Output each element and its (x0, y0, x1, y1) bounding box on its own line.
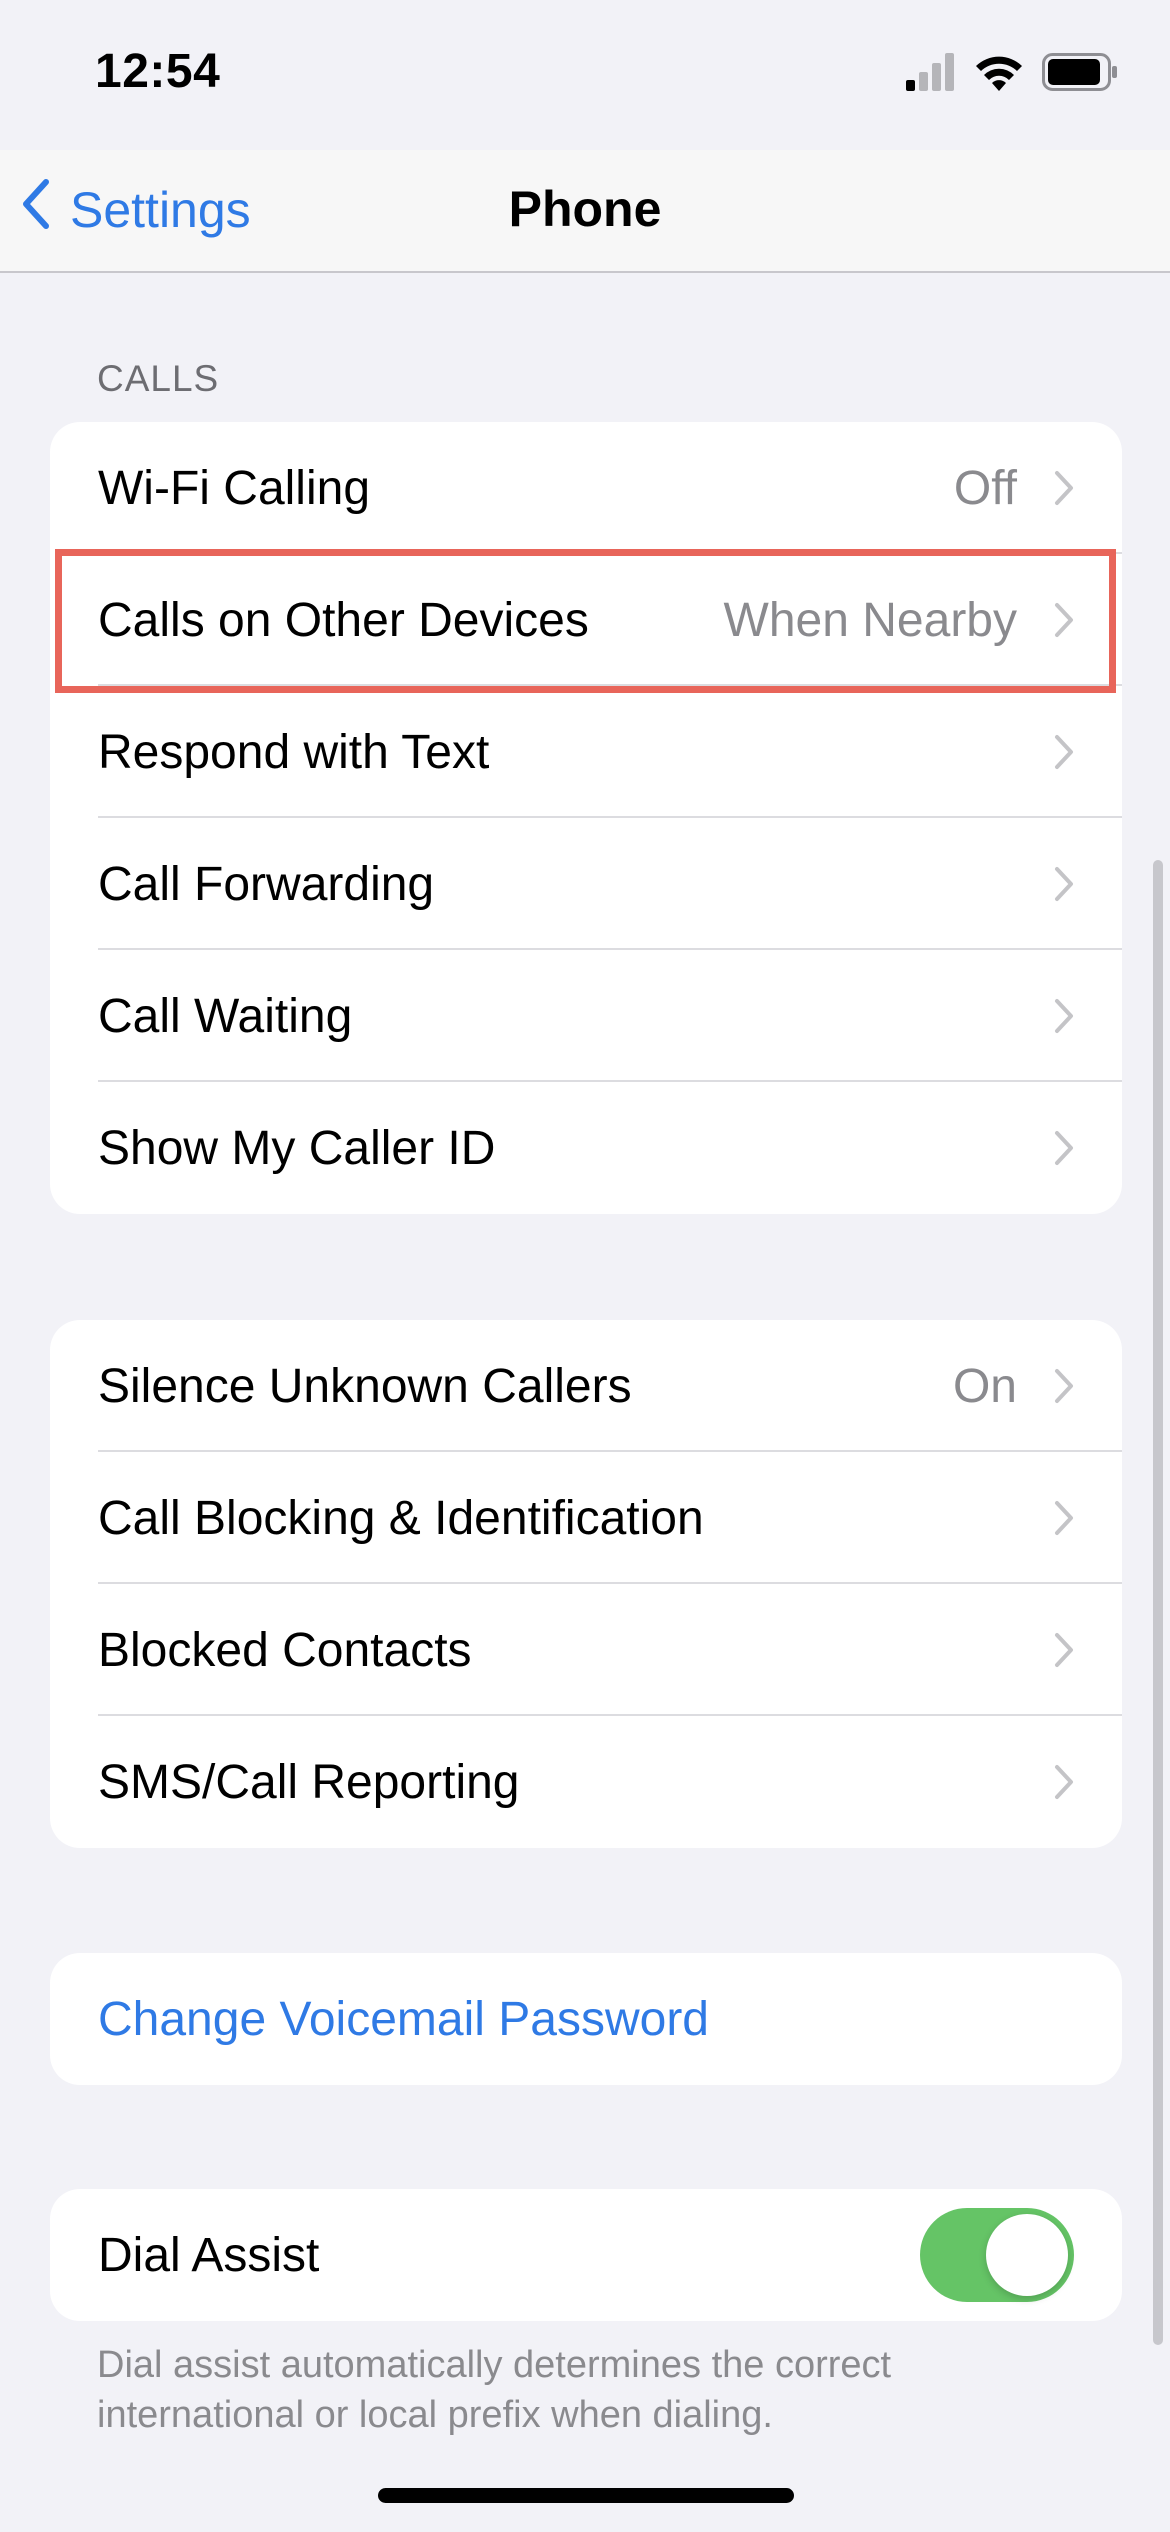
home-indicator[interactable] (378, 2488, 794, 2503)
row-show-my-caller-id[interactable]: Show My Caller ID (50, 1082, 1122, 1214)
page-title: Phone (508, 181, 662, 237)
row-call-forwarding[interactable]: Call Forwarding (50, 818, 1122, 950)
status-icons (906, 52, 1118, 96)
row-wifi-calling[interactable]: Wi-Fi Calling Off (50, 422, 1122, 554)
status-bar: 12:54 (0, 0, 1170, 150)
row-label: Call Waiting (98, 989, 353, 1043)
chevron-right-icon (1055, 471, 1073, 505)
cellular-signal-icon (906, 52, 956, 96)
row-blocked-contacts[interactable]: Blocked Contacts (50, 1584, 1122, 1716)
row-label: Call Forwarding (98, 857, 435, 911)
navigation-bar: Settings Phone (0, 150, 1170, 273)
row-label: Calls on Other Devices (98, 593, 589, 647)
row-respond-with-text[interactable]: Respond with Text (50, 686, 1122, 818)
row-label: Show My Caller ID (98, 1121, 496, 1175)
calls-group: Wi-Fi Calling Off Calls on Other Devices… (50, 422, 1122, 1214)
wifi-icon (974, 53, 1024, 96)
scrollbar[interactable] (1153, 860, 1163, 2345)
chevron-right-icon (1055, 1501, 1073, 1535)
row-value: When Nearby (723, 593, 1017, 647)
phone-settings-screen: 12:54 Settings Phone CALLS Wi-Fi Calling… (0, 0, 1170, 2532)
chevron-right-icon (1055, 603, 1073, 637)
toggle-knob (986, 2214, 1068, 2296)
call-blocking-group: Silence Unknown Callers On Call Blocking… (50, 1320, 1122, 1848)
dial-assist-footer: Dial assist automatically determines the… (97, 2344, 892, 2436)
row-dial-assist: Dial Assist (50, 2189, 1122, 2321)
row-silence-unknown-callers[interactable]: Silence Unknown Callers On (50, 1320, 1122, 1452)
row-label: Silence Unknown Callers (98, 1359, 632, 1413)
chevron-right-icon (1055, 1131, 1073, 1165)
chevron-right-icon (1055, 999, 1073, 1033)
calls-section-header: CALLS (97, 358, 220, 399)
row-label: Wi-Fi Calling (98, 461, 371, 515)
row-label: SMS/Call Reporting (98, 1755, 520, 1809)
dial-assist-group: Dial Assist (50, 2189, 1122, 2321)
chevron-right-icon (1055, 1765, 1073, 1799)
change-voicemail-password-button[interactable]: Change Voicemail Password (50, 1953, 1122, 2085)
chevron-right-icon (1055, 867, 1073, 901)
row-value: Off (953, 461, 1017, 515)
row-label: Call Blocking & Identification (98, 1491, 704, 1545)
chevron-right-icon (1055, 735, 1073, 769)
row-call-blocking-identification[interactable]: Call Blocking & Identification (50, 1452, 1122, 1584)
chevron-right-icon (1055, 1369, 1073, 1403)
row-value: On (952, 1359, 1017, 1413)
row-label: Respond with Text (98, 725, 490, 779)
dial-assist-toggle[interactable] (920, 2208, 1074, 2302)
chevron-right-icon (1055, 1633, 1073, 1667)
row-calls-on-other-devices[interactable]: Calls on Other Devices When Nearby (50, 554, 1122, 686)
row-call-waiting[interactable]: Call Waiting (50, 950, 1122, 1082)
row-label: Change Voicemail Password (98, 1992, 709, 2046)
row-label: Blocked Contacts (98, 1623, 472, 1677)
voicemail-group: Change Voicemail Password (50, 1953, 1122, 2085)
row-sms-call-reporting[interactable]: SMS/Call Reporting (50, 1716, 1122, 1848)
row-label: Dial Assist (98, 2228, 320, 2282)
battery-icon (1042, 52, 1118, 96)
status-time: 12:54 (95, 45, 221, 98)
